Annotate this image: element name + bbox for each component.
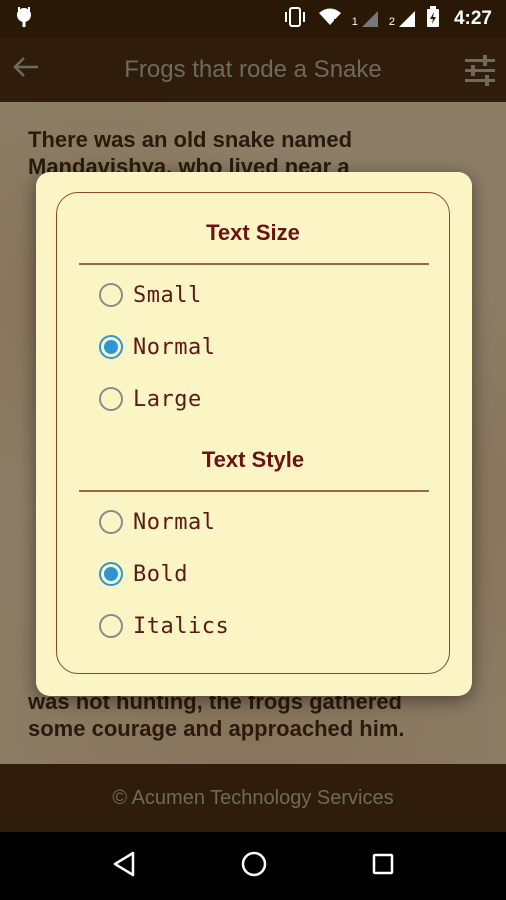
signal-1-icon xyxy=(361,11,378,27)
size-large-label: Large xyxy=(133,386,202,412)
divider xyxy=(79,263,429,265)
nav-bar xyxy=(0,832,506,900)
radio-italics[interactable] xyxy=(99,614,123,638)
divider xyxy=(79,490,429,492)
signal-sim2: 2 xyxy=(389,10,416,28)
tune-sliders-icon xyxy=(465,55,495,86)
text-settings-dialog: Text Size Small Normal Large Text Style … xyxy=(36,172,472,696)
recents-square-icon xyxy=(372,853,393,874)
home-circle-icon xyxy=(241,851,267,876)
text-size-title: Text Size xyxy=(206,220,300,245)
style-bold-label: Bold xyxy=(133,561,188,587)
style-italics-label: Italics xyxy=(133,613,230,639)
back-triangle-icon xyxy=(114,851,135,876)
signal-2-icon xyxy=(398,11,415,27)
wifi-icon xyxy=(318,7,342,32)
battery-icon xyxy=(426,5,440,33)
text-style-title: Text Style xyxy=(201,447,305,472)
radio-bold[interactable] xyxy=(99,562,123,586)
nav-back-button[interactable] xyxy=(111,850,137,883)
radio-small[interactable] xyxy=(99,283,123,307)
sim2-label: 2 xyxy=(388,16,395,28)
size-small-label: Small xyxy=(133,282,202,308)
status-bar: 1 2 4:27 xyxy=(0,0,506,38)
size-normal-label: Normal xyxy=(133,334,216,360)
style-normal-label: Normal xyxy=(133,509,216,535)
app-bar: Frogs that rode a Snake xyxy=(0,38,506,102)
radio-large[interactable] xyxy=(99,387,123,411)
page-title: Frogs that rode a Snake xyxy=(124,56,382,83)
signal-sim1: 1 xyxy=(352,10,379,28)
nav-recents-button[interactable] xyxy=(371,852,395,881)
radio-normal-size[interactable] xyxy=(99,335,123,359)
style-option-normal[interactable]: Normal xyxy=(99,506,215,538)
dialog-frame: Text Size Small Normal Large Text Style … xyxy=(56,192,450,674)
size-option-normal[interactable]: Normal xyxy=(99,331,215,363)
back-button[interactable] xyxy=(0,54,52,86)
nav-home-button[interactable] xyxy=(240,850,268,883)
clock: 4:27 xyxy=(453,8,492,29)
size-option-small[interactable]: Small xyxy=(99,279,202,311)
settings-button[interactable] xyxy=(454,54,506,86)
back-arrow-icon xyxy=(13,57,38,77)
radio-normal-style[interactable] xyxy=(99,510,123,534)
size-option-large[interactable]: Large xyxy=(99,383,202,415)
android-debug-icon xyxy=(14,6,34,33)
sim1-label: 1 xyxy=(351,16,358,28)
style-option-bold[interactable]: Bold xyxy=(99,558,188,590)
vibrate-icon xyxy=(282,6,308,33)
style-option-italics[interactable]: Italics xyxy=(99,610,229,642)
screen: 1 2 4:27 Frogs that rode a Snake There w… xyxy=(0,0,506,900)
footer: © Acumen Technology Services xyxy=(0,764,506,832)
